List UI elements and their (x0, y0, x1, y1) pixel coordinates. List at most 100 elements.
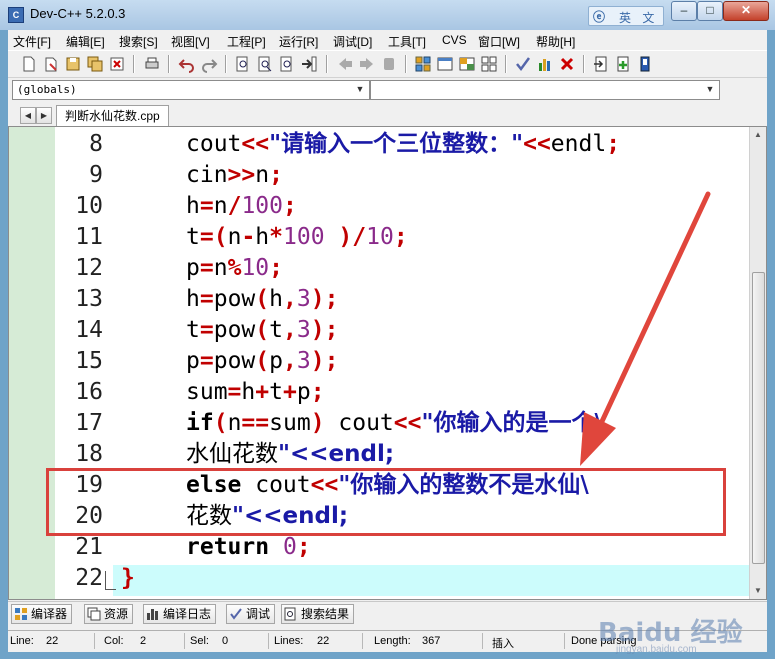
code-line[interactable]: cin>>n; (186, 160, 283, 191)
line-number: 18 (75, 441, 103, 467)
menu-debug[interactable]: 调试[D] (333, 33, 372, 50)
ime-indicator[interactable]: ⓔ 英 文 (588, 6, 664, 26)
line-number: 12 (75, 255, 103, 281)
status-length-label: Length: (374, 635, 411, 647)
save-all-icon[interactable] (86, 55, 104, 73)
status-line-label: Line: (10, 635, 34, 647)
class-browser-icon[interactable] (458, 55, 476, 73)
find-icon[interactable] (234, 55, 252, 73)
goto-line-icon[interactable] (300, 55, 318, 73)
code-line[interactable]: } (121, 563, 135, 594)
line-number: 15 (75, 348, 103, 374)
status-separator (184, 633, 185, 649)
print-icon[interactable] (143, 55, 161, 73)
code-line[interactable]: p=n%10; (186, 253, 283, 284)
open-file-icon[interactable] (42, 55, 60, 73)
code-line[interactable]: p=pow(p,3); (186, 346, 338, 377)
vertical-scrollbar[interactable]: ▲ ▼ (749, 127, 766, 599)
menu-search[interactable]: 搜索[S] (119, 33, 158, 50)
code-line[interactable]: 水仙花数"<<endl; (186, 439, 394, 470)
tab-compile-log[interactable]: 编译日志 (143, 604, 217, 624)
toolbar-separator (405, 55, 407, 73)
chart-icon[interactable] (536, 55, 554, 73)
menu-file[interactable]: 文件[F] (13, 33, 51, 50)
new-project-icon[interactable] (414, 55, 432, 73)
code-line[interactable]: h=n/100; (186, 191, 297, 222)
code-line[interactable]: if(n==sum) cout<<"你输入的是一个\ (186, 408, 603, 439)
forward-icon[interactable] (358, 55, 376, 73)
fold-marker[interactable] (105, 571, 116, 590)
menu-project[interactable]: 工程[P] (227, 33, 266, 50)
scroll-up-icon[interactable]: ▲ (750, 127, 766, 143)
line-number: 11 (75, 224, 103, 250)
status-separator (94, 633, 95, 649)
new-unit-icon[interactable] (614, 55, 632, 73)
scope-combo[interactable]: (globals) ▼ (12, 80, 370, 100)
line-number: 17 (75, 410, 103, 436)
symbol-combo[interactable]: ▼ (370, 80, 720, 100)
menu-cvs[interactable]: CVS (442, 33, 467, 47)
app-icon: C (8, 7, 24, 23)
status-col-label: Col: (104, 635, 124, 647)
toggle-bookmark-icon[interactable] (380, 55, 398, 73)
code-line[interactable]: t=(n-h*100 )/10; (186, 222, 408, 253)
remove-unit-icon[interactable] (636, 55, 654, 73)
scroll-down-icon[interactable]: ▼ (750, 583, 766, 599)
scrollbar-thumb[interactable] (752, 272, 765, 564)
find-next-icon[interactable] (278, 55, 296, 73)
replace-icon[interactable] (256, 55, 274, 73)
tab-file[interactable]: 判断水仙花数.cpp (56, 105, 169, 126)
check-icon (230, 608, 242, 620)
menu-edit[interactable]: 编辑[E] (66, 33, 105, 50)
line-number: 14 (75, 317, 103, 343)
add-to-project-icon[interactable] (592, 55, 610, 73)
line-number: 9 (89, 162, 103, 188)
code-line[interactable]: h=pow(h,3); (186, 284, 338, 315)
grid-icon[interactable] (480, 55, 498, 73)
maximize-button[interactable]: □ (697, 1, 723, 21)
code-line[interactable]: sum=h+t+p; (186, 377, 325, 408)
status-separator (268, 633, 269, 649)
menu-help[interactable]: 帮助[H] (536, 33, 575, 50)
tab-scroll-left-button[interactable]: ◀ (20, 107, 36, 124)
annotation-highlight-box (46, 468, 726, 536)
redo-icon[interactable] (200, 55, 218, 73)
code-line[interactable]: cout<<"请输入一个三位整数："<<endl; (186, 129, 620, 160)
toolbar-separator (168, 55, 170, 73)
undo-icon[interactable] (178, 55, 196, 73)
toolbar-separator (583, 55, 585, 73)
tab-scroll-right-button[interactable]: ▶ (36, 107, 52, 124)
stop-icon[interactable] (558, 55, 576, 73)
project-options-icon[interactable] (436, 55, 454, 73)
toolbar-separator (133, 55, 135, 73)
new-file-icon[interactable] (20, 55, 38, 73)
client-area: 文件[F] 编辑[E] 搜索[S] 视图[V] 工程[P] 运行[R] 调试[D… (8, 30, 767, 655)
ime-logo-icon: ⓔ (593, 10, 606, 24)
minimize-button[interactable]: – (671, 1, 697, 21)
menu-run[interactable]: 运行[R] (279, 33, 318, 50)
close-button[interactable]: ✕ (723, 1, 769, 21)
menu-view[interactable]: 视图[V] (171, 33, 210, 50)
save-icon[interactable] (64, 55, 82, 73)
status-length-value: 367 (422, 635, 441, 647)
active-line-highlight (113, 565, 751, 596)
tab-row: ◀ ▶ 判断水仙花数.cpp (8, 104, 767, 126)
tab-search-results[interactable]: 搜索结果 (281, 604, 355, 624)
status-line-value: 22 (46, 635, 59, 647)
tab-compiler[interactable]: 编译器 (11, 604, 73, 624)
line-number: 13 (75, 286, 103, 312)
toolbar (8, 50, 767, 78)
compile-check-icon[interactable] (514, 55, 532, 73)
chart-icon (147, 609, 158, 620)
code-line[interactable]: return 0; (186, 532, 311, 563)
close-file-icon[interactable] (108, 55, 126, 73)
menu-window[interactable]: 窗口[W] (478, 33, 520, 50)
tab-resources[interactable]: 资源 (84, 604, 134, 624)
menu-tools[interactable]: 工具[T] (388, 33, 426, 50)
tab-debug[interactable]: 调试 (226, 604, 276, 624)
code-line[interactable]: t=pow(t,3); (186, 315, 338, 346)
back-icon[interactable] (336, 55, 354, 73)
menu-bar: 文件[F] 编辑[E] 搜索[S] 视图[V] 工程[P] 运行[R] 调试[D… (8, 30, 767, 50)
compiler-grid-icon (15, 608, 27, 620)
status-separator (564, 633, 565, 649)
